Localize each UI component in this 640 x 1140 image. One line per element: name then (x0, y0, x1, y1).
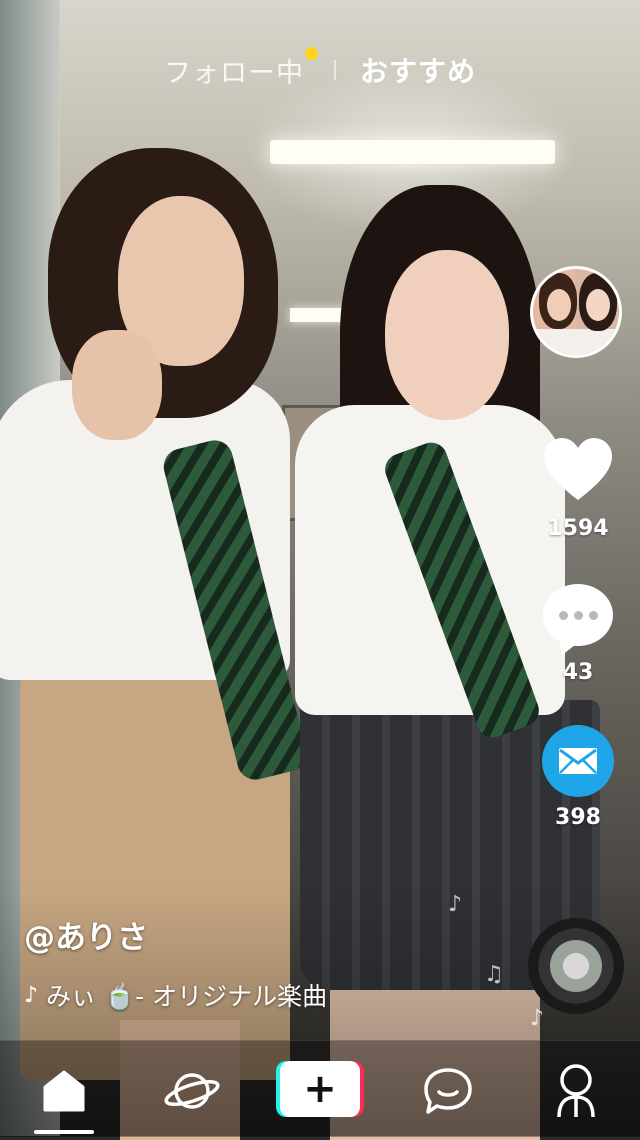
tiktok-note-icon: ♪ (24, 982, 39, 1008)
share-icon (542, 725, 614, 797)
active-tab-indicator (34, 1130, 94, 1134)
music-info[interactable]: ♪ みぃ 🍵- オリジナル楽曲 (24, 978, 394, 1012)
music-cover-icon (550, 940, 602, 992)
like-count: 1594 (547, 516, 609, 541)
nav-profile[interactable] (546, 1061, 606, 1121)
nav-discover[interactable] (162, 1061, 222, 1121)
person-right-face (385, 250, 509, 420)
person-left-hand (72, 330, 162, 440)
home-icon (43, 1070, 85, 1112)
nav-home[interactable] (34, 1061, 94, 1121)
music-note-icon: ♪ (530, 1006, 545, 1031)
profile-icon (557, 1064, 595, 1118)
share-count: 398 (555, 805, 601, 830)
like-button[interactable] (541, 432, 615, 506)
creator-username[interactable]: @ありさ (24, 912, 148, 957)
create-icon: + (276, 1061, 364, 1117)
tab-divider (333, 60, 336, 80)
tab-following-label: フォロー中 (163, 57, 304, 89)
tab-following[interactable]: フォロー中 (163, 46, 318, 90)
music-note-icon: ♫ (484, 962, 504, 987)
share-button[interactable] (541, 724, 615, 798)
new-content-dot (304, 46, 318, 60)
nav-create[interactable]: + (276, 1061, 364, 1117)
nav-inbox[interactable] (418, 1061, 478, 1121)
comment-count: 43 (562, 660, 594, 685)
bottom-nav-bar: + (0, 1040, 640, 1137)
planet-icon (164, 1073, 220, 1109)
tab-recommended[interactable]: おすすめ (360, 50, 476, 90)
heart-icon (544, 438, 612, 500)
music-disc-button[interactable] (528, 918, 624, 1014)
comment-icon (543, 584, 613, 646)
creator-avatar[interactable] (530, 266, 622, 358)
music-title: みぃ 🍵- オリジナル楽曲 (46, 982, 328, 1011)
avatar-face-right (586, 289, 610, 321)
message-icon (424, 1068, 472, 1114)
ceiling-light (270, 140, 555, 164)
feed-tabs: フォロー中 おすすめ (0, 46, 640, 90)
avatar-face-left (547, 289, 571, 321)
plus-icon: + (280, 1061, 360, 1117)
music-note-icon: ♪ (448, 892, 463, 917)
comment-button[interactable] (541, 578, 615, 652)
envelope-icon (559, 748, 597, 774)
avatar-shirts (533, 329, 619, 355)
